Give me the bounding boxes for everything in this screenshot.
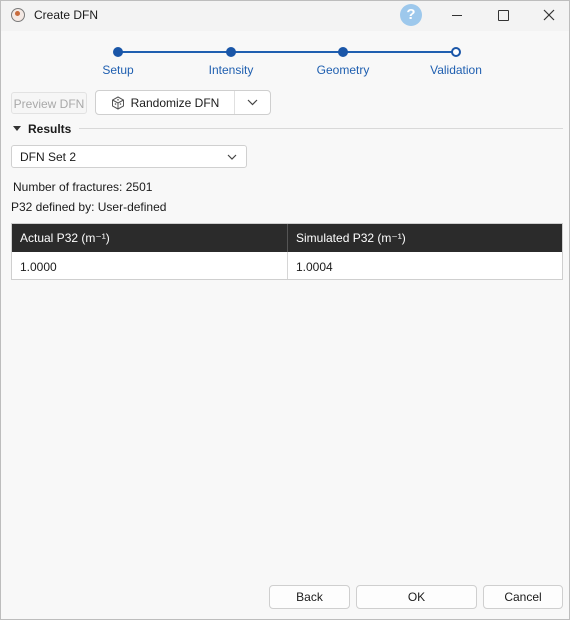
- title-bar: Create DFN ?: [1, 1, 569, 31]
- help-button[interactable]: ?: [400, 4, 422, 26]
- p32-definition-line: P32 defined by: User-defined: [11, 200, 166, 214]
- cube-icon: [111, 95, 124, 110]
- dfn-set-select[interactable]: DFN Set 2: [11, 145, 247, 168]
- results-section-header[interactable]: Results: [11, 121, 563, 137]
- randomize-dfn-button[interactable]: Randomize DFN: [96, 91, 234, 114]
- stepper-track: [118, 51, 456, 53]
- preview-dfn-button[interactable]: Preview DFN: [11, 92, 87, 114]
- ok-button[interactable]: OK: [356, 585, 477, 609]
- app-icon: [11, 8, 25, 22]
- maximize-icon: [498, 10, 509, 21]
- wizard-stepper: Setup Intensity Geometry Validation: [1, 41, 569, 81]
- step-label-validation[interactable]: Validation: [430, 63, 482, 77]
- randomize-dfn-label: Randomize DFN: [130, 95, 220, 110]
- collapse-caret-icon[interactable]: [13, 126, 21, 131]
- section-divider: [79, 128, 563, 129]
- step-dot-validation[interactable]: [451, 47, 461, 57]
- step-label-setup[interactable]: Setup: [102, 63, 133, 77]
- column-separator[interactable]: [287, 224, 288, 252]
- minimize-icon: [452, 15, 462, 16]
- cell-actual-p32: 1.0000: [20, 260, 57, 274]
- column-header-simulated-p32[interactable]: Simulated P32 (m⁻¹): [296, 231, 406, 245]
- step-label-intensity[interactable]: Intensity: [209, 63, 254, 77]
- minimize-button[interactable]: [437, 2, 477, 28]
- fracture-count-line: Number of fractures: 2501: [13, 180, 152, 194]
- chevron-down-icon: [227, 154, 237, 160]
- p32-definition-label: P32 defined by:: [11, 200, 95, 214]
- close-button[interactable]: [529, 2, 569, 28]
- results-title: Results: [28, 122, 72, 136]
- p32-results-table: Actual P32 (m⁻¹) Simulated P32 (m⁻¹) 1.0…: [11, 223, 563, 280]
- chevron-down-icon: [247, 99, 258, 106]
- table-header: Actual P32 (m⁻¹) Simulated P32 (m⁻¹): [12, 224, 562, 252]
- fracture-count-value: 2501: [125, 180, 153, 194]
- step-dot-geometry[interactable]: [338, 47, 348, 57]
- dfn-set-selected-value: DFN Set 2: [20, 150, 77, 164]
- table-row[interactable]: 1.0000 1.0004: [12, 252, 562, 279]
- fracture-count-label: Number of fractures:: [13, 180, 123, 194]
- step-dot-intensity[interactable]: [226, 47, 236, 57]
- create-dfn-dialog: Create DFN ? Setup Intensity Geometry Va…: [0, 0, 570, 620]
- back-button[interactable]: Back: [269, 585, 350, 609]
- randomize-dfn-split-button: Randomize DFN: [95, 90, 271, 115]
- step-dot-setup[interactable]: [113, 47, 123, 57]
- randomize-options-dropdown[interactable]: [235, 91, 270, 114]
- window-title: Create DFN: [34, 8, 99, 22]
- p32-definition-value: User-defined: [97, 200, 167, 214]
- column-header-actual-p32[interactable]: Actual P32 (m⁻¹): [20, 231, 110, 245]
- maximize-button[interactable]: [483, 2, 523, 28]
- cell-simulated-p32: 1.0004: [296, 260, 333, 274]
- step-label-geometry[interactable]: Geometry: [317, 63, 370, 77]
- close-icon: [543, 9, 555, 21]
- cell-separator: [287, 252, 288, 279]
- cancel-button[interactable]: Cancel: [483, 585, 563, 609]
